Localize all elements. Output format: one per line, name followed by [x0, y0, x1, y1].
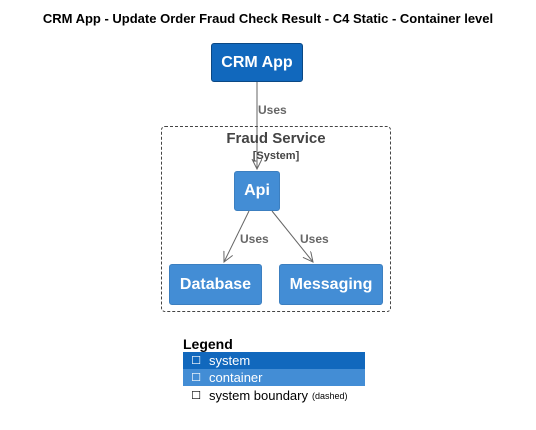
legend-label: system [209, 353, 251, 368]
messaging-container[interactable]: Messaging [279, 264, 383, 305]
legend-item-system-boundary: ☐ system boundary (dashed) [183, 387, 365, 404]
relation-label-api-to-messaging: Uses [300, 232, 329, 246]
legend-item-system: ☐ system [183, 352, 365, 369]
legend-label: container [209, 370, 263, 385]
square-icon: ☐ [191, 390, 201, 402]
legend-item-container: ☐ container [183, 369, 365, 386]
legend-title: Legend [183, 336, 233, 352]
square-icon: ☐ [191, 355, 201, 367]
square-icon: ☐ [191, 372, 201, 384]
database-container[interactable]: Database [169, 264, 262, 305]
legend-label: system boundary [209, 388, 308, 403]
boundary-type: [System] [252, 150, 300, 162]
relation-label-api-to-database: Uses [240, 232, 269, 246]
relation-label-crm-to-api: Uses [258, 103, 287, 117]
legend-note: (dashed) [312, 390, 348, 401]
crm-app-system[interactable]: CRM App [211, 43, 303, 82]
api-container[interactable]: Api [234, 171, 280, 211]
boundary-title: Fraud Service [226, 130, 326, 147]
